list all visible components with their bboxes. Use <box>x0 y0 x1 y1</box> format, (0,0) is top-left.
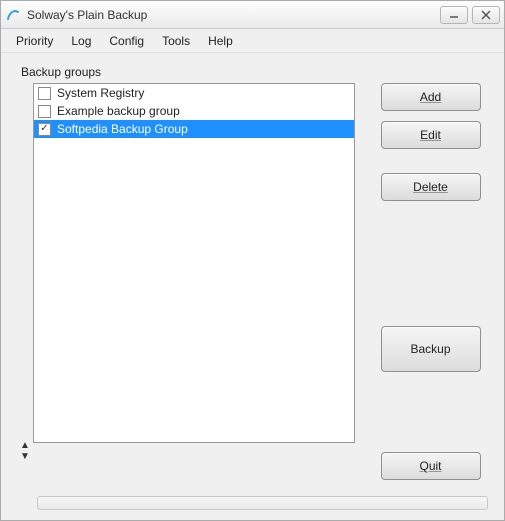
main-row: ▲ ▼ System Registry Example backup group… <box>17 83 488 480</box>
group-label: Backup groups <box>21 65 488 79</box>
checkbox-icon[interactable] <box>38 87 51 100</box>
list-wrap: ▲ ▼ System Registry Example backup group… <box>17 83 355 480</box>
checkbox-icon[interactable] <box>38 105 51 118</box>
move-up-icon[interactable]: ▲ <box>20 440 30 451</box>
backup-button[interactable]: Backup <box>381 326 481 372</box>
add-button[interactable]: Add <box>381 83 481 111</box>
button-label: Edit <box>420 128 441 142</box>
menu-help[interactable]: Help <box>199 32 242 50</box>
close-button[interactable] <box>472 6 500 24</box>
list-item[interactable]: ✓ Softpedia Backup Group <box>34 120 354 138</box>
edit-button[interactable]: Edit <box>381 121 481 149</box>
list-item-label: Example backup group <box>57 104 180 118</box>
list-item[interactable]: System Registry <box>34 84 354 102</box>
titlebar: Solway's Plain Backup <box>1 1 504 29</box>
status-bar <box>37 496 488 510</box>
checkbox-icon[interactable]: ✓ <box>38 123 51 136</box>
menu-tools[interactable]: Tools <box>153 32 199 50</box>
app-icon <box>5 7 21 23</box>
button-column: Add Edit Delete Backup <box>355 83 488 480</box>
button-label: Backup <box>410 342 450 356</box>
app-window: Solway's Plain Backup Priority Log Confi… <box>0 0 505 521</box>
button-label: Quit <box>419 459 441 473</box>
reorder-arrows: ▲ ▼ <box>17 83 33 480</box>
menu-priority[interactable]: Priority <box>7 32 62 50</box>
content-area: Backup groups ▲ ▼ System Registry Exampl… <box>1 53 504 490</box>
window-title: Solway's Plain Backup <box>27 8 436 22</box>
delete-button[interactable]: Delete <box>381 173 481 201</box>
list-item-label: Softpedia Backup Group <box>57 122 188 136</box>
move-down-icon[interactable]: ▼ <box>20 451 30 462</box>
backup-groups-list[interactable]: System Registry Example backup group ✓ S… <box>33 83 355 443</box>
button-label: Add <box>420 90 441 104</box>
list-item-label: System Registry <box>57 86 144 100</box>
minimize-button[interactable] <box>440 6 468 24</box>
menu-log[interactable]: Log <box>62 32 100 50</box>
menu-config[interactable]: Config <box>100 32 153 50</box>
quit-button[interactable]: Quit <box>381 452 481 480</box>
menubar: Priority Log Config Tools Help <box>1 29 504 53</box>
button-label: Delete <box>413 180 448 194</box>
list-item[interactable]: Example backup group <box>34 102 354 120</box>
